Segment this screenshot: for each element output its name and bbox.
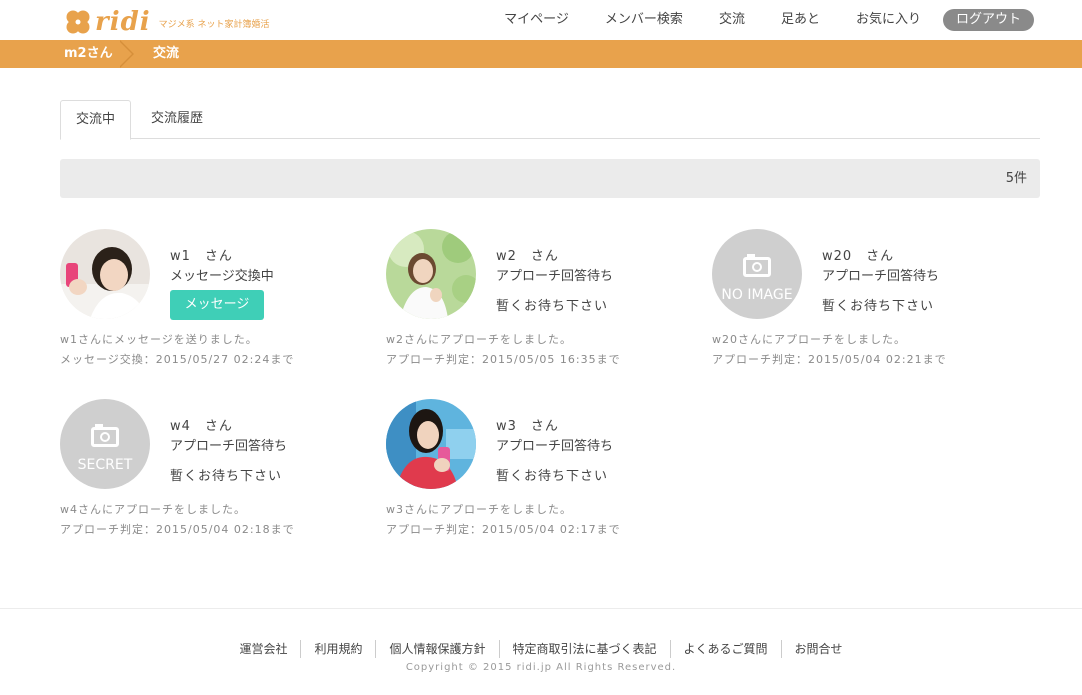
member-wait-text: 暫くお待ち下さい (496, 299, 609, 314)
avatar-placeholder[interactable]: NO IMAGE (712, 229, 802, 319)
nav-footprints[interactable]: 足あと (781, 9, 820, 31)
footer-divider (0, 608, 1082, 609)
clover-icon (64, 8, 92, 36)
member-note: w3さんにアプローチをしました。 (386, 503, 572, 516)
member-note: w4さんにアプローチをしました。 (60, 503, 246, 516)
member-wait-text: 暫くお待ち下さい (822, 299, 935, 314)
footer-link-faq[interactable]: よくあるご質問 (669, 640, 781, 658)
member-status: アプローチ回答待ち (496, 439, 614, 454)
member-status: アプローチ回答待ち (496, 269, 614, 284)
member-status: アプローチ回答待ち (822, 269, 940, 284)
logout-button[interactable]: ログアウト (942, 9, 1034, 31)
photo-woman-drink-icon (386, 399, 476, 489)
logo[interactable]: ridi マジメ系 ネット家計簿婚活 (64, 4, 270, 36)
logo-tagline: マジメ系 ネット家計簿婚活 (158, 20, 270, 30)
member-wait-text: 暫くお待ち下さい (496, 469, 609, 484)
member-deadline: アプローチ判定：2015/05/05 16:35まで (386, 353, 621, 366)
result-count: 5件 (1005, 171, 1027, 186)
secret-label: SECRET (77, 457, 133, 473)
member-card: w2 さん アプローチ回答待ち 暫くお待ち下さい w2さんにアプローチをしました… (386, 229, 706, 379)
avatar[interactable] (386, 399, 476, 489)
member-deadline: アプローチ判定：2015/05/04 02:21まで (712, 353, 947, 366)
member-card: w3 さん アプローチ回答待ち 暫くお待ち下さい w3さんにアプローチをしました… (386, 399, 706, 549)
footer-link-company[interactable]: 運営会社 (226, 640, 300, 658)
nav-exchange[interactable]: 交流 (719, 9, 745, 31)
member-note: w1さんにメッセージを送りました。 (60, 333, 258, 346)
footer-links: 運営会社 利用規約 個人情報保護方針 特定商取引法に基づく表記 よくあるご質問 … (0, 640, 1082, 658)
member-deadline: アプローチ判定：2015/05/04 02:18まで (60, 523, 295, 536)
avatar[interactable] (60, 229, 150, 319)
member-name[interactable]: w4 さん (170, 415, 233, 434)
message-button[interactable]: メッセージ (170, 290, 264, 320)
breadcrumb-user[interactable]: m2さん (64, 40, 113, 68)
nav-member-search[interactable]: メンバー検索 (605, 9, 683, 31)
member-name[interactable]: w1 さん (170, 245, 233, 264)
photo-woman-outdoor-icon (386, 229, 476, 319)
nav-favorites[interactable]: お気に入り (856, 9, 921, 31)
tab-bar: 交流中 交流履歴 (60, 100, 1040, 140)
member-status: メッセージ交換中 (170, 269, 274, 284)
footer-link-terms[interactable]: 利用規約 (300, 640, 375, 658)
nav-mypage[interactable]: マイページ (504, 9, 569, 31)
photo-woman-phone-icon (60, 229, 150, 319)
footer-link-contact[interactable]: お問合せ (780, 640, 856, 658)
member-name[interactable]: w3 さん (496, 415, 559, 434)
result-count-bar: 5件 (60, 159, 1040, 198)
member-name[interactable]: w20 さん (822, 245, 894, 264)
site-header: ridi マジメ系 ネット家計簿婚活 マイページ メンバー検索 交流 足あと お… (0, 0, 1082, 40)
camera-icon (743, 257, 771, 277)
member-card: NO IMAGE w20 さん アプローチ回答待ち 暫くお待ち下さい w20さん… (712, 229, 1032, 379)
tab-active-exchange[interactable]: 交流中 (60, 100, 132, 140)
member-note: w20さんにアプローチをしました。 (712, 333, 906, 346)
member-card: w1 さん メッセージ交換中 メッセージ w1さんにメッセージを送りました。 メ… (60, 229, 380, 379)
member-wait-text: 暫くお待ち下さい (170, 469, 283, 484)
breadcrumb: m2さん 交流 (0, 40, 1082, 68)
member-name[interactable]: w2 さん (496, 245, 559, 264)
member-deadline: アプローチ判定：2015/05/04 02:17まで (386, 523, 621, 536)
main-nav: マイページ メンバー検索 交流 足あと お気に入り ログアウト (468, 9, 1034, 31)
breadcrumb-separator-inner (118, 40, 132, 68)
member-deadline: メッセージ交換：2015/05/27 02:24まで (60, 353, 295, 366)
copyright: Copyright © 2015 ridi.jp All Rights Rese… (405, 662, 677, 673)
footer-link-commerce-law[interactable]: 特定商取引法に基づく表記 (498, 640, 670, 658)
camera-icon (91, 427, 119, 447)
no-image-label: NO IMAGE (721, 287, 793, 303)
member-status: アプローチ回答待ち (170, 439, 288, 454)
footer-link-privacy[interactable]: 個人情報保護方針 (375, 640, 498, 658)
member-card: SECRET w4 さん アプローチ回答待ち 暫くお待ち下さい w4さんにアプロ… (60, 399, 380, 549)
breadcrumb-current: 交流 (153, 46, 180, 61)
logo-text: ridi (95, 7, 151, 37)
tab-exchange-history[interactable]: 交流履歴 (136, 100, 218, 139)
member-note: w2さんにアプローチをしました。 (386, 333, 572, 346)
avatar-placeholder[interactable]: SECRET (60, 399, 150, 489)
avatar[interactable] (386, 229, 476, 319)
